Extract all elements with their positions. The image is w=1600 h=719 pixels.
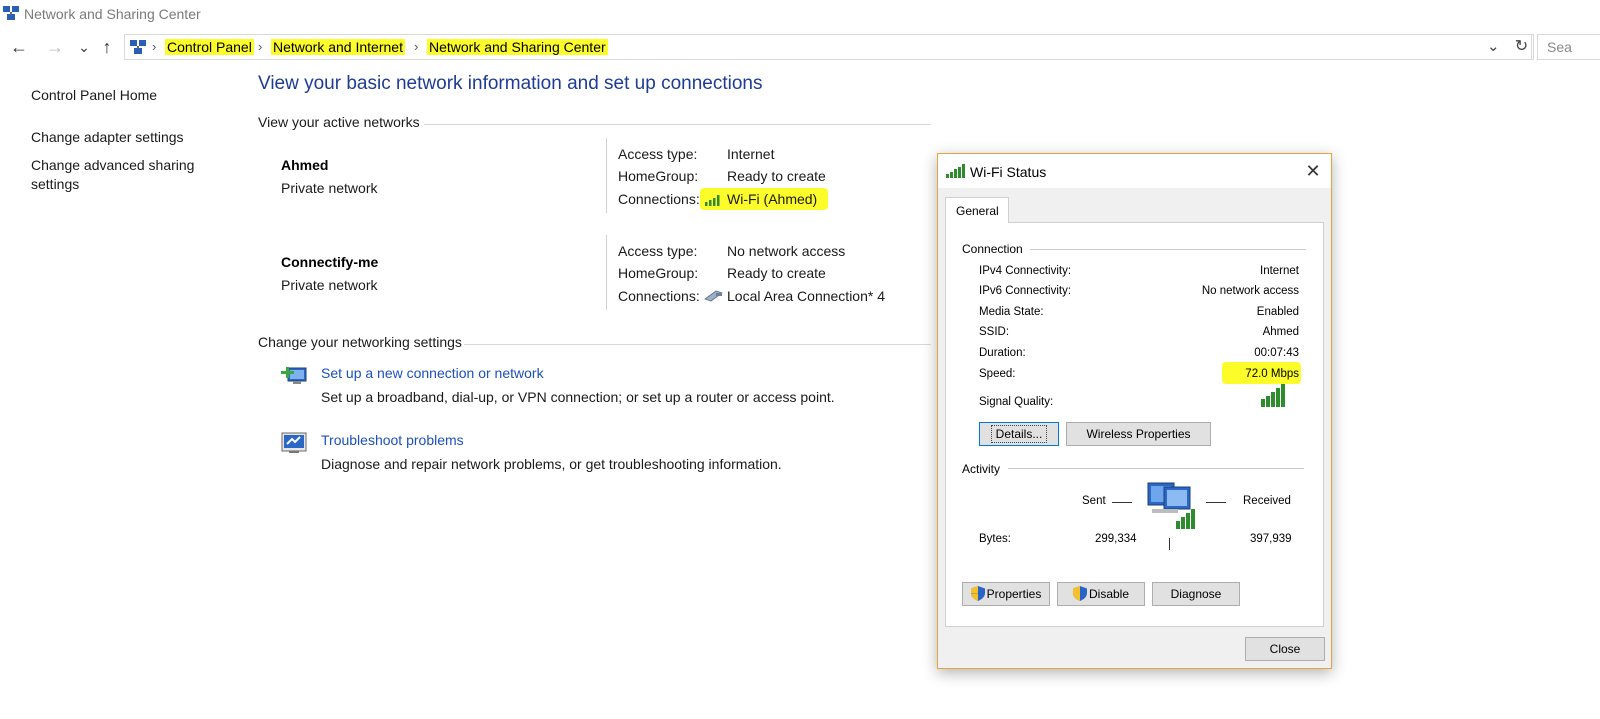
properties-button-label: Properties [986,587,1042,601]
access-type-label: Access type: [618,243,698,259]
diagnose-button[interactable]: Diagnose [1152,582,1240,606]
troubleshoot-icon [280,430,308,461]
breadcrumb-control-panel[interactable]: Control Panel [165,39,254,55]
bytes-label: Bytes: [979,533,1011,545]
shield-icon [970,586,985,608]
back-button[interactable]: ← [8,36,30,58]
network-type: Private network [281,277,378,293]
wifi-signal-icon [705,192,723,211]
sidebar-item-change-adapter-settings[interactable]: Change adapter settings [31,128,184,147]
sidebar-item-change-advanced-sharing[interactable]: Change advanced sharing settings [31,156,194,194]
bytes-divider [1169,538,1170,550]
ipv6-value: No network access [1201,285,1299,297]
control-panel-icon [129,38,147,61]
close-icon[interactable]: ✕ [1302,160,1324,182]
ssid-value: Ahmed [1262,326,1299,338]
sent-line [1112,502,1132,503]
properties-button[interactable]: Properties [962,582,1050,606]
tab-general[interactable]: General [945,197,1009,223]
local-area-connection-link[interactable]: Local Area Connection* 4 [727,288,885,304]
search-input[interactable]: Sea [1537,34,1600,60]
received-line [1206,502,1226,503]
homegroup-ready-link[interactable]: Ready to create [727,265,826,281]
speed-value: 72.0 Mbps [1245,368,1299,380]
access-type-value: Internet [727,146,775,162]
recent-locations-button[interactable]: ⌄ [73,36,95,58]
wifi-connection-link[interactable]: Wi-Fi (Ahmed) [727,191,817,207]
details-button[interactable]: Details... [979,422,1059,446]
address-bar[interactable]: › Control Panel › Network and Internet ›… [124,34,1532,60]
vertical-divider [606,138,607,213]
breadcrumb-network-sharing-center[interactable]: Network and Sharing Center [427,39,608,55]
wifi-signal-icon [946,164,966,183]
refresh-button[interactable]: ↻ [1510,34,1534,60]
dialog-title: Wi-Fi Status [970,164,1047,180]
ipv4-value: Internet [1260,265,1299,277]
ipv6-label: IPv6 Connectivity: [979,285,1072,297]
connections-label: Connections: [618,288,700,304]
wifi-status-dialog: Wi-Fi Status ✕ General Connection IPv4 C… [937,153,1332,669]
up-button[interactable]: ↑ [96,36,118,58]
bytes-sent-value: 299,334 [1095,533,1137,545]
activity-group-title: Activity [962,462,1001,476]
disable-button[interactable]: Disable [1057,582,1145,606]
general-tab-panel: Connection IPv4 Connectivity: Internet I… [945,222,1324,627]
breadcrumb-network-and-internet[interactable]: Network and Internet [271,39,405,55]
network-type: Private network [281,180,378,196]
network-activity-icon [1146,479,1202,536]
media-state-value: Enabled [1256,306,1299,318]
chevron-right-icon: › [258,39,263,54]
speed-label: Speed: [979,368,1016,380]
section-divider [424,124,931,125]
connection-group-title: Connection [962,242,1023,256]
duration-value: 00:07:43 [1254,347,1299,359]
active-networks-heading: View your active networks [258,114,420,130]
close-button[interactable]: Close [1245,637,1325,661]
new-connection-icon [280,362,310,395]
sidebar-item-control-panel-home[interactable]: Control Panel Home [31,86,157,105]
group-divider [1008,468,1304,469]
networking-settings-heading: Change your networking settings [258,334,462,350]
window-title: Network and Sharing Center [24,6,201,22]
troubleshoot-link[interactable]: Troubleshoot problems [321,432,464,448]
network-name: Connectify-me [281,254,379,270]
homegroup-label: HomeGroup: [618,265,699,281]
ipv4-label: IPv4 Connectivity: [979,265,1072,277]
sidebar-item-label: settings [31,176,80,192]
received-label: Received [1243,495,1291,507]
group-divider [1030,249,1306,250]
shield-icon [1072,586,1087,608]
access-type-label: Access type: [618,146,698,162]
wireless-properties-button[interactable]: Wireless Properties [1066,422,1211,446]
sent-label: Sent [1082,495,1106,507]
homegroup-label: HomeGroup: [618,168,699,184]
ethernet-cable-icon [704,289,724,308]
bytes-received-value: 397,939 [1250,533,1292,545]
details-button-label: Details... [990,425,1048,443]
ssid-label: SSID: [979,326,1010,338]
chevron-right-icon: › [414,39,419,54]
title-bar: Network and Sharing Center [0,0,1600,30]
media-state-label: Media State: [979,306,1044,318]
network-center-icon [2,4,20,27]
chevron-right-icon: › [152,39,157,54]
dialog-title-bar[interactable]: Wi-Fi Status ✕ [938,154,1331,188]
homegroup-ready-link[interactable]: Ready to create [727,168,826,184]
forward-button[interactable]: → [44,36,66,58]
address-dropdown-icon[interactable]: ⌄ [1487,37,1500,55]
page-title: View your basic network information and … [258,73,763,94]
signal-quality-icon [1261,383,1289,412]
vertical-divider [606,235,607,310]
access-type-value: No network access [727,243,846,259]
disable-button-label: Disable [1088,587,1130,601]
duration-label: Duration: [979,347,1026,359]
section-divider [464,344,931,345]
sidebar-item-label: Change advanced sharing [31,157,195,173]
troubleshoot-description: Diagnose and repair network problems, or… [321,456,782,472]
signal-quality-label: Signal Quality: [979,396,1054,408]
setup-connection-link[interactable]: Set up a new connection or network [321,365,544,381]
connections-label: Connections: [618,191,700,207]
setup-connection-description: Set up a broadband, dial-up, or VPN conn… [321,389,835,405]
network-name: Ahmed [281,157,329,173]
